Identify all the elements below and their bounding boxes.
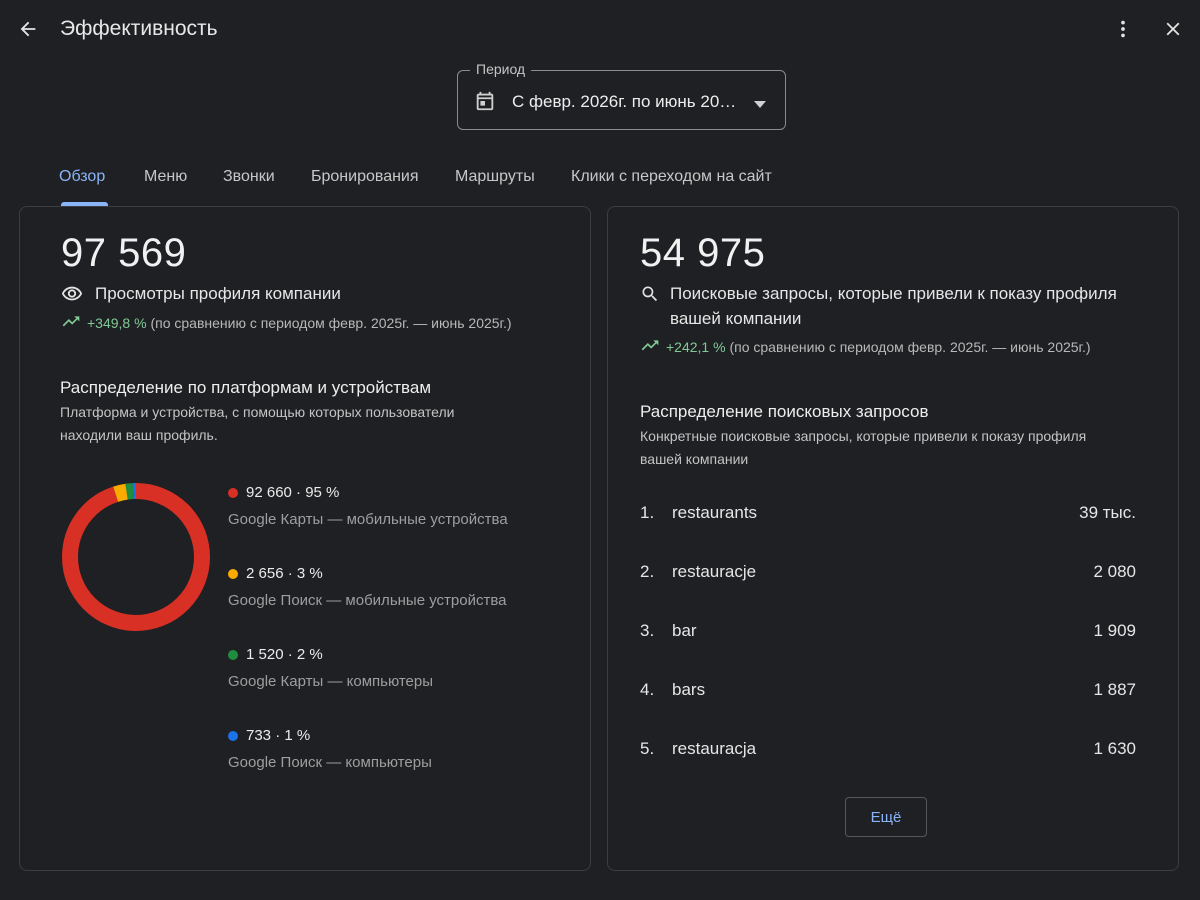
legend-item-maps-desktop: 1 520 · 2 % Google Карты — компьютеры bbox=[228, 646, 433, 690]
tab-bar: Обзор Меню Звонки Бронирования Маршруты … bbox=[40, 160, 840, 206]
profile-views-total: 97 569 bbox=[61, 231, 187, 275]
legend-value: 733 · 1 % bbox=[246, 727, 311, 744]
query-distribution-title: Распределение поисковых запросов bbox=[640, 402, 929, 421]
period-value: С февр. 2026г. по июнь 20… bbox=[512, 92, 737, 111]
search-queries-label-line2: вашей компании bbox=[670, 309, 802, 328]
legend-dot bbox=[228, 487, 238, 498]
query-rank: 2. bbox=[640, 562, 655, 581]
legend-dot bbox=[228, 730, 238, 741]
arrow-back-icon bbox=[20, 21, 36, 37]
query-row: 1. restaurants 39 тыс. bbox=[640, 498, 1136, 528]
legend-value: 92 660 · 95 % bbox=[246, 484, 340, 501]
legend-item-search-mobile: 2 656 · 3 % Google Поиск — мобильные уст… bbox=[228, 565, 506, 609]
period-label: Период bbox=[470, 61, 532, 77]
close-button[interactable] bbox=[1155, 11, 1191, 47]
calendar-icon bbox=[474, 90, 496, 117]
page-title: Эффективность bbox=[60, 17, 218, 40]
tab-menu[interactable]: Меню bbox=[144, 168, 187, 186]
legend-label: Google Поиск — компьютеры bbox=[228, 754, 432, 771]
search-queries-label: Поисковые запросы, которые привели к пок… bbox=[670, 281, 1117, 331]
eye-icon bbox=[61, 283, 83, 310]
platform-distribution-subtitle: Платформа и устройства, с помощью которы… bbox=[60, 401, 454, 447]
tab-overview[interactable]: Обзор bbox=[59, 168, 105, 186]
query-distribution-subtitle-line1: Конкретные поисковые запросы, которые пр… bbox=[640, 428, 1087, 444]
query-value: 1 630 bbox=[1093, 739, 1136, 758]
profile-views-comparison: (по сравнению с периодом февр. 2025г. — … bbox=[150, 315, 512, 331]
search-queries-total: 54 975 bbox=[640, 231, 766, 275]
query-rank: 5. bbox=[640, 739, 655, 758]
query-row: 5. restauracja 1 630 bbox=[640, 734, 1136, 764]
legend-item-maps-mobile: 92 660 · 95 % Google Карты — мобильные у… bbox=[228, 484, 508, 528]
more-queries-button[interactable]: Ещё bbox=[845, 797, 927, 837]
search-queries-change: +242,1 % bbox=[666, 339, 726, 355]
query-rank: 3. bbox=[640, 621, 655, 640]
search-queries-trend: +242,1 % (по сравнению с периодом февр. … bbox=[640, 339, 1091, 355]
profile-views-trend: +349,8 % (по сравнению с периодом февр. … bbox=[61, 315, 512, 331]
query-value: 1 909 bbox=[1093, 621, 1136, 640]
search-queries-label-line1: Поисковые запросы, которые привели к пок… bbox=[670, 284, 1117, 303]
platform-donut-chart bbox=[62, 483, 210, 631]
search-queries-card: 54 975 Поисковые запросы, которые привел… bbox=[607, 206, 1179, 871]
legend-dot bbox=[228, 568, 238, 579]
query-distribution-subtitle: Конкретные поисковые запросы, которые пр… bbox=[640, 425, 1086, 471]
close-icon bbox=[1166, 22, 1180, 36]
platform-distribution-subtitle-line2: находили ваш профиль. bbox=[60, 427, 218, 443]
legend-label: Google Карты — компьютеры bbox=[228, 673, 434, 690]
trending-up-icon bbox=[62, 316, 80, 327]
tab-calls[interactable]: Звонки bbox=[223, 168, 275, 186]
tab-website-clicks[interactable]: Клики с переходом на сайт bbox=[571, 168, 772, 186]
legend-item-search-desktop: 733 · 1 % Google Поиск — компьютеры bbox=[228, 727, 432, 771]
query-text: restauracja bbox=[672, 739, 757, 758]
query-row: 3. bar 1 909 bbox=[640, 616, 1136, 646]
query-text: bar bbox=[672, 621, 697, 640]
query-rank: 4. bbox=[640, 680, 655, 699]
trending-up-icon bbox=[641, 340, 659, 351]
search-queries-comparison: (по сравнению с периодом февр. 2025г. — … bbox=[729, 339, 1091, 355]
query-value: 2 080 bbox=[1093, 562, 1136, 581]
query-value: 1 887 bbox=[1093, 680, 1136, 699]
query-rank: 1. bbox=[640, 503, 655, 522]
more-options-button[interactable] bbox=[1105, 11, 1141, 47]
legend-label: Google Поиск — мобильные устройства bbox=[228, 592, 507, 609]
legend-value: 1 520 · 2 % bbox=[246, 646, 323, 663]
chevron-down-icon bbox=[754, 96, 766, 114]
query-text: restauracje bbox=[672, 562, 757, 581]
top-bar: Эффективность bbox=[0, 0, 1200, 60]
profile-views-card: 97 569 Просмотры профиля компании +349,8… bbox=[19, 206, 591, 871]
platform-distribution-subtitle-line1: Платформа и устройства, с помощью которы… bbox=[60, 404, 455, 420]
query-row: 2. restauracje 2 080 bbox=[640, 557, 1136, 587]
query-distribution-subtitle-line2: вашей компании bbox=[640, 451, 749, 467]
query-text: bars bbox=[672, 680, 706, 699]
period-select[interactable]: Период С февр. 2026г. по июнь 20… bbox=[457, 61, 786, 130]
search-icon bbox=[640, 284, 660, 309]
back-button[interactable] bbox=[10, 11, 46, 47]
more-vert-icon bbox=[1121, 20, 1125, 38]
profile-views-label: Просмотры профиля компании bbox=[95, 284, 341, 303]
profile-views-change: +349,8 % bbox=[87, 315, 147, 331]
tab-bookings[interactable]: Бронирования bbox=[311, 168, 419, 186]
platform-distribution-title: Распределение по платформам и устройства… bbox=[60, 378, 432, 397]
query-value: 39 тыс. bbox=[1079, 503, 1136, 522]
legend-value: 2 656 · 3 % bbox=[246, 565, 323, 582]
legend-label: Google Карты — мобильные устройства bbox=[228, 511, 508, 528]
query-row: 4. bars 1 887 bbox=[640, 675, 1136, 705]
legend-dot bbox=[228, 649, 238, 660]
tab-directions[interactable]: Маршруты bbox=[455, 168, 535, 186]
donut-slice-maps-mobile bbox=[62, 483, 210, 631]
query-text: restaurants bbox=[672, 503, 758, 522]
